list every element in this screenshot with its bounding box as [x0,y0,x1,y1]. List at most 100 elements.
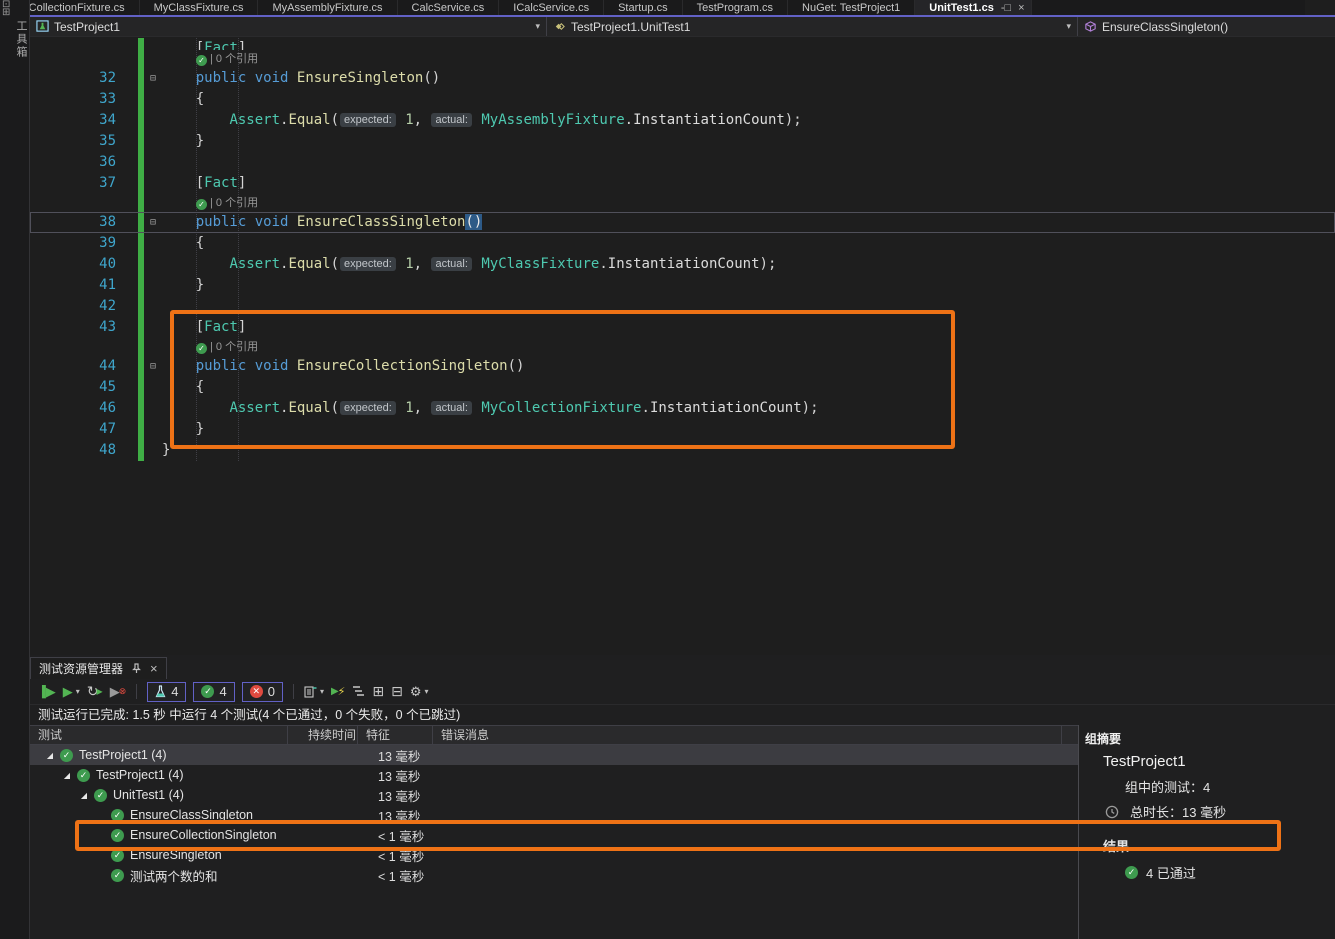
chevron-down-icon[interactable]: ▾ [1058,21,1071,32]
close-icon[interactable]: × [150,663,158,674]
document-tab[interactable]: NuGet: TestProject1 [788,0,915,15]
fold-margin [144,233,162,254]
code-line[interactable]: 36 [30,152,1335,173]
profile-tests-button[interactable]: ▶⚡ [331,685,345,698]
column-traits[interactable]: 特征 [358,726,433,744]
code-line[interactable]: 41 } [30,275,1335,296]
column-error-message[interactable]: 错误消息 [433,726,1062,744]
chevron-down-icon[interactable]: ▾ [527,21,540,32]
document-tab[interactable]: MyAssemblyFixture.cs [258,0,397,15]
code-line[interactable]: 45 { [30,377,1335,398]
test-tree-row[interactable]: ✓测试两个数的和< 1 毫秒 [30,865,1078,885]
code-text: } [162,275,1335,296]
test-run-summary: 测试运行已完成: 1.5 秒 中运行 4 个测试(4 个已通过，0 个失败，0 … [30,705,1335,725]
document-tab[interactable]: MyClassFixture.cs [140,0,259,15]
run-tests-button[interactable]: ▶▾ [63,684,80,700]
code-line[interactable]: 43 [Fact] [30,317,1335,338]
codelens-references[interactable]: | 0 个引用 [210,53,258,65]
code-line[interactable]: 42 [30,296,1335,317]
column-test[interactable]: 测试 [30,726,288,744]
run-all-tests-button[interactable]: ▐▶ [38,684,56,700]
document-tab[interactable]: CalcService.cs [398,0,500,15]
pin-icon[interactable]: -□ [1001,2,1011,14]
code-line[interactable]: 38⊟ public void EnsureClassSingleton() [30,212,1335,233]
expander-icon[interactable]: ◢ [44,751,56,760]
code-line[interactable]: 40 Assert.Equal(expected: 1, actual: MyC… [30,254,1335,275]
code-editor[interactable]: [Fact]✓| 0 个引用32⊟ public void EnsureSing… [30,38,1335,633]
inline-parameter-hint: actual: [431,257,471,271]
inline-parameter-hint: actual: [431,401,471,415]
codelens-references[interactable]: | 0 个引用 [210,341,258,353]
codelens-row[interactable]: ✓| 0 个引用 [30,50,1335,68]
code-token: EnsureSingleton [297,70,423,86]
expander-icon[interactable]: ◢ [78,791,90,800]
code-line[interactable]: 47 } [30,419,1335,440]
test-passed-icon: ✓ [111,829,124,842]
nav-project-dropdown[interactable]: TestProject1 ▾ [30,17,547,36]
passed-tests-counter[interactable]: ✓ 4 [193,682,234,702]
codelens-row[interactable]: ✓| 0 个引用 [30,194,1335,212]
code-line[interactable]: 37 [Fact] [30,173,1335,194]
check-icon: ✓ [201,685,214,698]
details-duration-line: 总时长：13 毫秒 [1079,799,1335,824]
code-text: } [162,419,1335,440]
total-count: 4 [171,684,178,699]
code-text: Assert.Equal(expected: 1, actual: MyColl… [162,398,1335,419]
codelens-references[interactable]: | 0 个引用 [210,197,258,209]
code-line[interactable]: 34 Assert.Equal(expected: 1, actual: MyA… [30,110,1335,131]
fold-collapse-box[interactable]: ⊟ [144,356,162,377]
code-token [162,214,196,230]
left-dock-strip: ⊡⊞ 工具箱 [0,0,30,939]
repeat-last-run-button[interactable]: ↻▶ [87,683,103,700]
close-icon[interactable]: × [1018,2,1024,14]
code-line[interactable]: 35 } [30,131,1335,152]
code-line[interactable]: 32⊟ public void EnsureSingleton() [30,68,1335,89]
code-token [397,400,405,416]
expander-icon[interactable]: ◢ [61,771,73,780]
codelens-row[interactable]: ✓| 0 个引用 [30,338,1335,356]
test-row-duration: 13 毫秒 [358,766,478,785]
document-tab[interactable]: ICalcService.cs [499,0,604,15]
nav-type-dropdown[interactable]: TestProject1.UnitTest1 ▾ [547,17,1078,36]
collapse-all-button[interactable]: ⊟ [391,683,403,700]
test-row-label: EnsureSingleton [130,848,222,862]
test-tree-row[interactable]: ✓EnsureClassSingleton13 毫秒 [30,805,1078,825]
line-number [30,194,138,212]
settings-button[interactable]: ⚙▾ [410,684,429,700]
total-tests-counter[interactable]: 4 [147,682,186,702]
code-line[interactable]: 46 Assert.Equal(expected: 1, actual: MyC… [30,398,1335,419]
cancel-run-button[interactable]: ▶⊗ [110,684,127,700]
test-tree-row[interactable]: ✓EnsureSingleton< 1 毫秒 [30,845,1078,865]
fold-collapse-box[interactable]: ⊟ [144,68,162,89]
column-duration[interactable]: 持续时间 [288,726,358,744]
code-line[interactable]: 44⊟ public void EnsureCollectionSingleto… [30,356,1335,377]
inline-parameter-hint: expected: [340,257,396,271]
test-tree-row[interactable]: ◢✓TestProject1 (4)13 毫秒 [30,765,1078,785]
expand-all-button[interactable]: ⊞ [372,683,384,700]
code-line[interactable]: 39 { [30,233,1335,254]
failed-tests-counter[interactable]: ✕ 0 [242,682,283,702]
test-tree-row[interactable]: ◢✓UnitTest1 (4)13 毫秒 [30,785,1078,805]
playlist-icon [304,685,317,698]
group-by-button[interactable] [352,685,365,698]
pin-icon[interactable] [131,663,142,674]
code-line[interactable]: 33 { [30,89,1335,110]
code-line[interactable]: 48} [30,440,1335,461]
toolbox-vertical-tab[interactable]: 工具箱 [0,20,29,59]
document-tab[interactable]: Startup.cs [604,0,683,15]
line-number: 48 [30,440,138,461]
nav-member-dropdown[interactable]: EnsureClassSingleton() [1078,17,1335,36]
playlist-button[interactable]: ▾ [304,685,324,698]
code-text: Assert.Equal(expected: 1, actual: MyAsse… [162,110,1335,131]
document-tab[interactable]: UnitTest1.cs-□× [915,0,1031,15]
code-token: [ [162,38,204,50]
document-tab[interactable]: TestProgram.cs [683,0,788,15]
codelens-check-icon: ✓ [196,55,207,66]
line-number: 33 [30,89,138,110]
fold-collapse-box[interactable]: ⊟ [144,212,162,233]
test-tree-row[interactable]: ◢✓TestProject1 (4)13 毫秒 [30,745,1078,765]
test-explorer-title-tab[interactable]: 测试资源管理器 × [30,657,167,679]
code-line[interactable]: [Fact] [30,38,1335,50]
test-tree-row[interactable]: ✓EnsureCollectionSingleton< 1 毫秒 [30,825,1078,845]
document-tab-label: ICalcService.cs [513,2,589,14]
